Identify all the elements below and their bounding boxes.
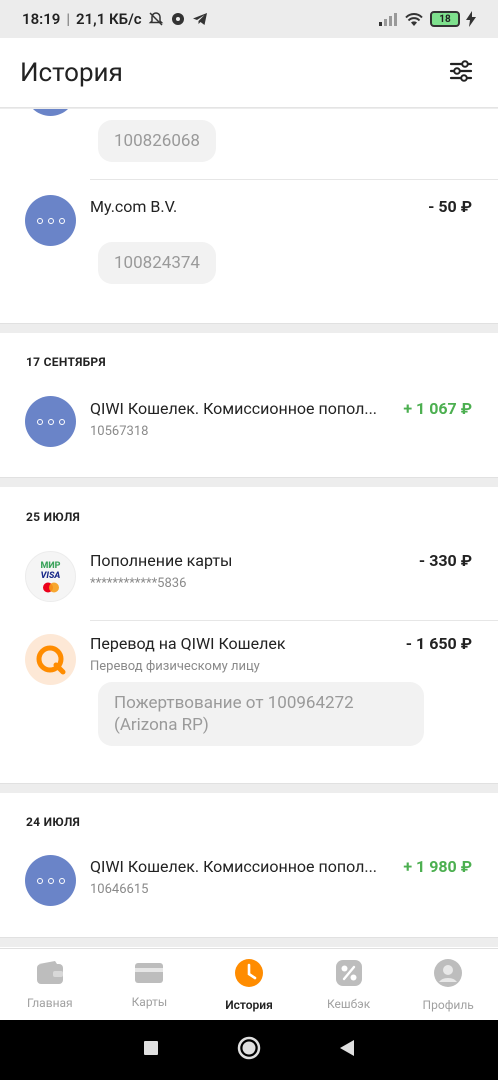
charging-icon: [466, 11, 476, 27]
transaction-amount: - 50 ₽: [428, 197, 472, 216]
percent-icon: [335, 959, 363, 991]
home-button[interactable]: [237, 1036, 261, 1064]
list-item[interactable]: Перевод на QIWI Кошелек - 1 650 ₽ Перево…: [0, 634, 498, 746]
comment-bubble: 100826068: [98, 120, 216, 162]
history-group: 100826068 My.com B.V. - 50 ₽ 100824374: [0, 109, 498, 324]
date-header: 24 ИЮЛЯ: [26, 815, 81, 829]
wifi-icon: [404, 12, 424, 27]
list-item[interactable]: QIWI Кошелек. Комиссионное попол... + 1 …: [0, 399, 498, 439]
status-bar: 18:19 | 21,1 КБ/с 18: [0, 0, 498, 38]
battery-indicator: 18: [430, 11, 460, 27]
app-screen: 18:19 | 21,1 КБ/с 18 История 100826068 M…: [0, 0, 498, 1080]
system-navigation-bar: [0, 1020, 498, 1080]
divider: [90, 179, 498, 180]
clock-icon: [234, 958, 264, 992]
date-header: 25 ИЮЛЯ: [26, 510, 81, 524]
filter-sliders-icon: [448, 58, 474, 88]
nav-home[interactable]: Главная: [0, 949, 100, 1020]
transaction-subtitle: Перевод физическому лицу: [90, 659, 260, 674]
telegram-icon: [192, 11, 208, 27]
history-list: 100826068 My.com B.V. - 50 ₽ 100824374 1…: [0, 109, 498, 948]
history-group: 24 ИЮЛЯ QIWI Кошелек. Комиссионное попол…: [0, 793, 498, 938]
bottom-navigation: Главная Карты История Кешбэк Профиль: [0, 948, 498, 1020]
transaction-amount: + 1 980 ₽: [403, 857, 472, 876]
transaction-amount: + 1 067 ₽: [403, 399, 472, 418]
date-header: 17 СЕНТЯБРЯ: [26, 355, 106, 369]
card-icon: [134, 961, 164, 989]
profile-icon: [433, 958, 463, 992]
status-time: 18:19: [22, 10, 61, 28]
nav-cards[interactable]: Карты: [100, 949, 200, 1020]
nav-cashback[interactable]: Кешбэк: [299, 949, 399, 1020]
wallet-icon: [35, 960, 65, 990]
nav-label: Кешбэк: [326, 996, 371, 1011]
nav-profile[interactable]: Профиль: [398, 949, 498, 1020]
transaction-title: Перевод на QIWI Кошелек: [90, 634, 286, 653]
signal-icon: [378, 12, 398, 26]
back-button[interactable]: [339, 1039, 355, 1061]
filter-button[interactable]: [444, 56, 478, 90]
bell-off-icon: [148, 11, 164, 27]
list-item[interactable]: My.com B.V. - 50 ₽ 100824374: [0, 197, 498, 284]
nav-history[interactable]: История: [199, 949, 299, 1020]
comment-bubble: 100824374: [98, 242, 216, 284]
transaction-amount: - 1 650 ₽: [405, 634, 472, 653]
transaction-subtitle: 10567318: [90, 424, 149, 439]
divider: [90, 620, 498, 621]
list-item[interactable]: QIWI Кошелек. Комиссионное попол... + 1 …: [0, 857, 498, 897]
history-group: 25 ИЮЛЯ МИР VISA Пополнение карты - 330 …: [0, 487, 498, 784]
app-header: История: [0, 38, 498, 108]
status-network-speed: 21,1 КБ/с: [76, 10, 142, 28]
masked-card-number: ************5836: [90, 576, 187, 591]
nav-label: Карты: [131, 994, 168, 1009]
list-item[interactable]: Пополнение карты - 330 ₽ ************583…: [0, 551, 498, 591]
transaction-title: Пополнение карты: [90, 551, 233, 570]
transaction-title: QIWI Кошелек. Комиссионное попол...: [90, 857, 378, 876]
avatar: [25, 109, 76, 116]
nav-label: Профиль: [422, 997, 474, 1012]
transaction-amount: - 330 ₽: [418, 551, 472, 570]
recents-button[interactable]: [143, 1040, 159, 1060]
transaction-title: QIWI Кошелек. Комиссионное попол...: [90, 399, 378, 418]
list-item[interactable]: 100826068: [0, 120, 498, 162]
chat-icon: [170, 11, 186, 27]
page-title: История: [20, 57, 123, 88]
nav-label: История: [225, 997, 273, 1012]
transaction-title: My.com B.V.: [90, 197, 178, 216]
nav-label: Главная: [26, 995, 73, 1010]
comment-bubble: Пожертвование от 100964272 (Arizona RP): [98, 682, 424, 746]
transaction-subtitle: 10646615: [90, 882, 149, 897]
history-group: 17 СЕНТЯБРЯ QIWI Кошелек. Комиссионное п…: [0, 333, 498, 478]
